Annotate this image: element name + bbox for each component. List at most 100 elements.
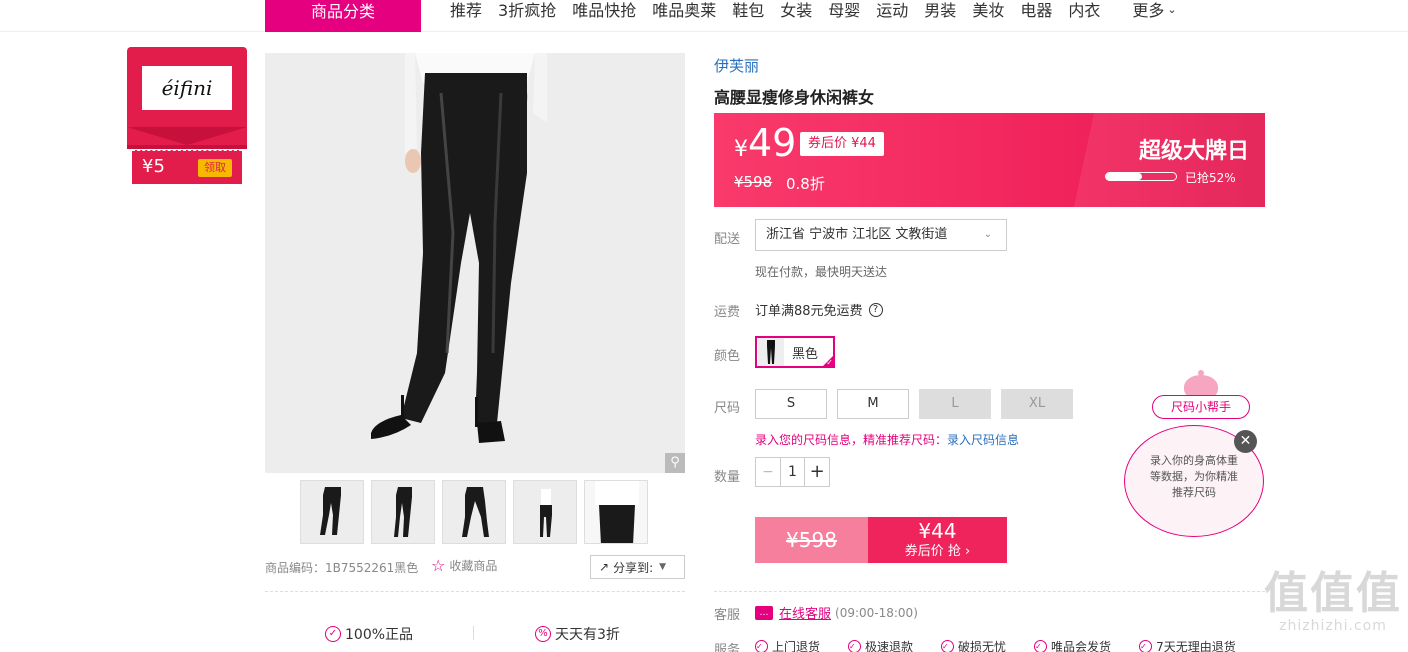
service-item: ✓ 7天无理由退货: [1139, 638, 1250, 652]
thumbnail-strip: [300, 480, 655, 544]
nav-link-shoes-bags[interactable]: 鞋包: [732, 0, 764, 24]
thumbnail[interactable]: [584, 480, 648, 544]
check-circle-icon: ✓: [1034, 640, 1048, 652]
nav-link-electronics[interactable]: 电器: [1020, 0, 1052, 24]
price-value: 49: [748, 121, 797, 165]
watermark-logo: 值值值: [1264, 568, 1402, 619]
size-helper-text: 录入你的身高体重等数据，为你精准推荐尺码: [1150, 454, 1238, 499]
check-circle-icon: ✓: [1139, 640, 1153, 652]
enter-size-link[interactable]: 录入尺码信息: [947, 433, 1019, 447]
share-label: 分享到:: [613, 560, 654, 575]
original-price: ¥598: [734, 173, 773, 191]
nav-link-underwear[interactable]: 内衣: [1068, 0, 1100, 24]
quantity-stepper: − 1 +: [755, 457, 830, 487]
sold-progress-bar: [1105, 172, 1177, 181]
size-option-m[interactable]: M: [837, 389, 909, 419]
quantity-decrement[interactable]: −: [756, 458, 781, 486]
color-swatch: [758, 338, 784, 366]
service-hours: (09:00-18:00): [835, 605, 918, 620]
service-list-label: 服务: [714, 643, 741, 652]
nav-link-sports[interactable]: 运动: [876, 0, 908, 24]
service-item-label: 上门退货: [772, 640, 821, 652]
nav-link-recommend[interactable]: 推荐: [450, 0, 482, 24]
brand-coupon[interactable]: éifini ¥5 领取: [127, 47, 247, 184]
color-name: 黑色: [792, 346, 819, 362]
product-title: 高腰显瘦修身休闲裤女: [714, 88, 875, 107]
zoom-icon[interactable]: ⚲: [665, 453, 685, 473]
favorite-button[interactable]: ☆ 收藏商品: [431, 556, 497, 575]
watermark: 值值值 zhizhizhi.com: [1258, 568, 1408, 635]
check-circle-icon: ✓: [941, 640, 955, 652]
delivery-label: 配送: [714, 232, 741, 247]
thumbnail[interactable]: [442, 480, 506, 544]
size-option-l: L: [919, 389, 991, 419]
nav-link-quick-grab[interactable]: 唯品快抢: [572, 0, 636, 24]
caret-down-icon: ▼: [659, 562, 667, 572]
buy-coupon-label: 券后价 抢 ›: [904, 544, 971, 559]
address-select[interactable]: 浙江省 宁波市 江北区 文教街道 ⌄: [755, 219, 1007, 251]
service-label: 客服: [714, 608, 741, 623]
size-tip: 录入您的尺码信息，精准推荐尺码：录入尺码信息: [755, 431, 1019, 448]
quantity-value[interactable]: 1: [781, 458, 805, 486]
shipping-label: 运费: [714, 305, 741, 320]
check-icon: ✓: [826, 358, 833, 367]
product-main-image[interactable]: [265, 53, 685, 473]
service-item-label: 极速退款: [865, 640, 914, 652]
brand-logo: éifini: [142, 66, 232, 110]
quantity-label: 数量: [714, 470, 741, 485]
star-icon: ☆: [431, 556, 446, 575]
percent-icon: %: [535, 626, 551, 642]
service-item: ✓ 唯品会发货: [1034, 638, 1125, 652]
size-option-xl: XL: [1001, 389, 1073, 419]
size-helper-title[interactable]: 尺码小帮手: [1152, 395, 1250, 419]
help-icon[interactable]: ?: [868, 302, 883, 317]
nav-link-more[interactable]: 更多: [1132, 0, 1176, 24]
sold-percentage: 已抢52%: [1185, 171, 1236, 185]
thumbnail[interactable]: [300, 480, 364, 544]
top-nav: 商品分类 推荐 3折疯抢 唯品快抢 唯品奥莱 鞋包 女装 母婴 运动 男装 美妆…: [0, 0, 1408, 32]
nav-link-baby[interactable]: 母婴: [828, 0, 860, 24]
chat-icon: …: [755, 605, 773, 620]
buy-coupon-price: ¥44: [918, 519, 957, 543]
buy-with-coupon[interactable]: ¥44 券后价 抢 ›: [868, 517, 1007, 563]
guarantees: ✓ 100%正品 % 天天有3折: [265, 624, 685, 644]
shipping-text: 订单满88元免运费: [755, 304, 863, 319]
product-photo: [265, 53, 685, 473]
service-item-label: 破损无忧: [958, 640, 1007, 652]
nav-link-men[interactable]: 男装: [924, 0, 956, 24]
nav-link-flash-sale[interactable]: 3折疯抢: [498, 0, 556, 24]
currency-symbol: ¥: [734, 137, 748, 162]
size-label: 尺码: [714, 401, 741, 416]
brand-link[interactable]: 伊芙丽: [714, 55, 759, 76]
price-banner: ¥49 券后价 ¥44 ¥598 0.8折 超级大牌日 已抢52%: [714, 113, 1265, 207]
coupon-body: ¥5 领取: [132, 150, 242, 184]
customer-service: … 在线客服 (09:00-18:00): [755, 603, 918, 622]
nav-link-beauty[interactable]: 美妆: [972, 0, 1004, 24]
divider: [714, 591, 1265, 592]
nav-link-women[interactable]: 女装: [780, 0, 812, 24]
coupon-claim-button[interactable]: 领取: [198, 159, 232, 177]
address-value: 浙江省 宁波市 江北区 文教街道: [766, 227, 948, 242]
close-icon[interactable]: ✕: [1234, 430, 1257, 453]
thumbnail[interactable]: [513, 480, 577, 544]
thumbnail[interactable]: [371, 480, 435, 544]
color-option-black[interactable]: 黑色 ✓: [755, 336, 835, 368]
quantity-increment[interactable]: +: [804, 458, 829, 486]
buy-button[interactable]: ¥598 ¥44 券后价 抢 ›: [755, 517, 1007, 563]
color-label: 颜色: [714, 349, 741, 364]
product-code: 商品编码：1B7552261黑色: [265, 561, 419, 575]
service-list: ✓ 上门退货 ✓ 极速退款 ✓ 破损无忧 ✓ 唯品会发货 ✓ 7天无理由退货: [755, 638, 1264, 652]
divider: [473, 626, 474, 640]
guarantee-discount: % 天天有3折: [535, 624, 620, 644]
guarantee-label: 100%正品: [345, 627, 414, 643]
category-button[interactable]: 商品分类: [265, 0, 421, 32]
size-option-s[interactable]: S: [755, 389, 827, 419]
size-helper-widget[interactable]: 尺码小帮手 录入你的身高体重等数据，为你精准推荐尺码 ✕: [1120, 370, 1270, 545]
divider: [265, 591, 685, 592]
after-coupon-price: 券后价 ¥44: [800, 132, 884, 156]
promo-title: 超级大牌日: [1139, 139, 1250, 164]
online-service-link[interactable]: 在线客服: [779, 603, 831, 622]
nav-link-outlet[interactable]: 唯品奥莱: [652, 0, 716, 24]
guarantee-label: 天天有3折: [555, 627, 620, 643]
share-button[interactable]: ↗ 分享到: ▼: [590, 555, 685, 579]
